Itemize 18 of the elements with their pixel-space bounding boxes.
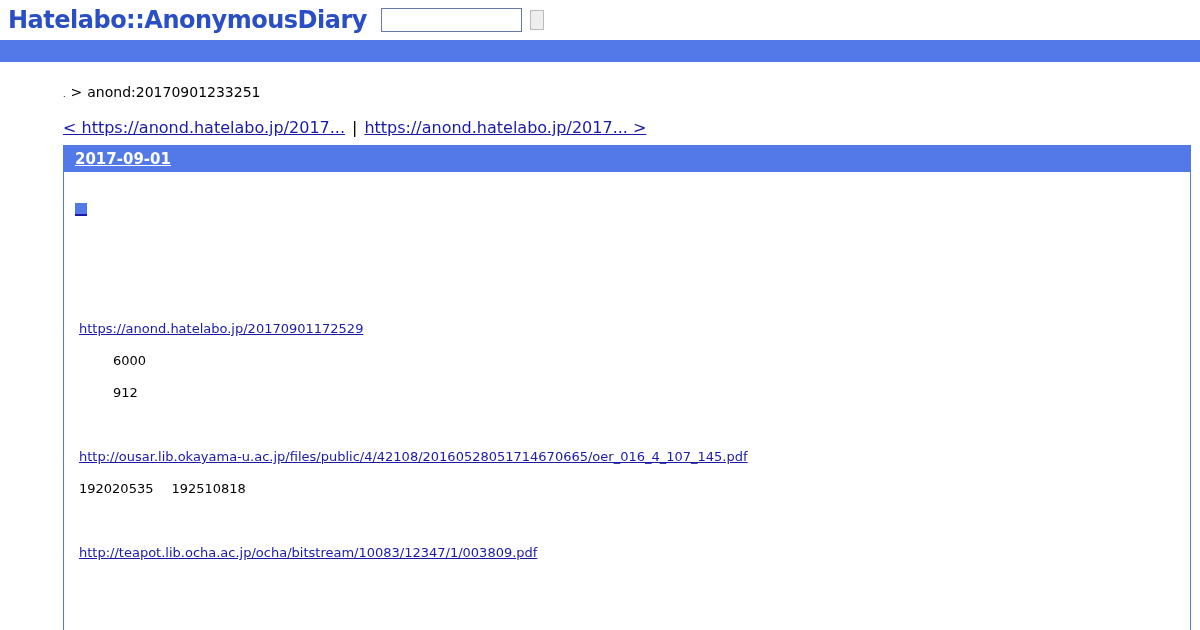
prev-link[interactable]: < https://anond.hatelabo.jp/2017...	[63, 118, 345, 137]
entry-anchor-icon[interactable]	[75, 203, 87, 216]
breadcrumb-current: anond:20170901233251	[87, 84, 261, 100]
url-link[interactable]: https://anond.hatelabo.jp/20170901172529	[79, 313, 364, 345]
search-button[interactable]	[529, 10, 544, 30]
site-logo[interactable]: Hatelabo::AnonymousDiary	[8, 6, 367, 34]
search-field[interactable]	[380, 8, 522, 32]
body-text: 192510818	[171, 480, 246, 498]
body-text: 912	[112, 384, 138, 402]
body-text: 6000	[112, 352, 147, 370]
breadcrumb-link[interactable]: .	[63, 90, 66, 99]
next-link[interactable]: https://anond.hatelabo.jp/2017... >	[364, 118, 647, 137]
url-link[interactable]: http://teapot.lib.ocha.ac.jp/ocha/bitstream/10083/12347/1/003809.pdf	[79, 537, 538, 569]
body-text: 192020535	[79, 480, 154, 498]
breadcrumb-separator: >	[70, 84, 83, 100]
url-link[interactable]: http://ousar.lib.okayama-u.ac.jp/files/public/4/42108/20160528051714670665/oer_016_4_107_145.pdf	[79, 441, 748, 473]
date-link[interactable]: 2017-09-01	[75, 150, 171, 168]
nav-divider: |	[352, 118, 358, 137]
